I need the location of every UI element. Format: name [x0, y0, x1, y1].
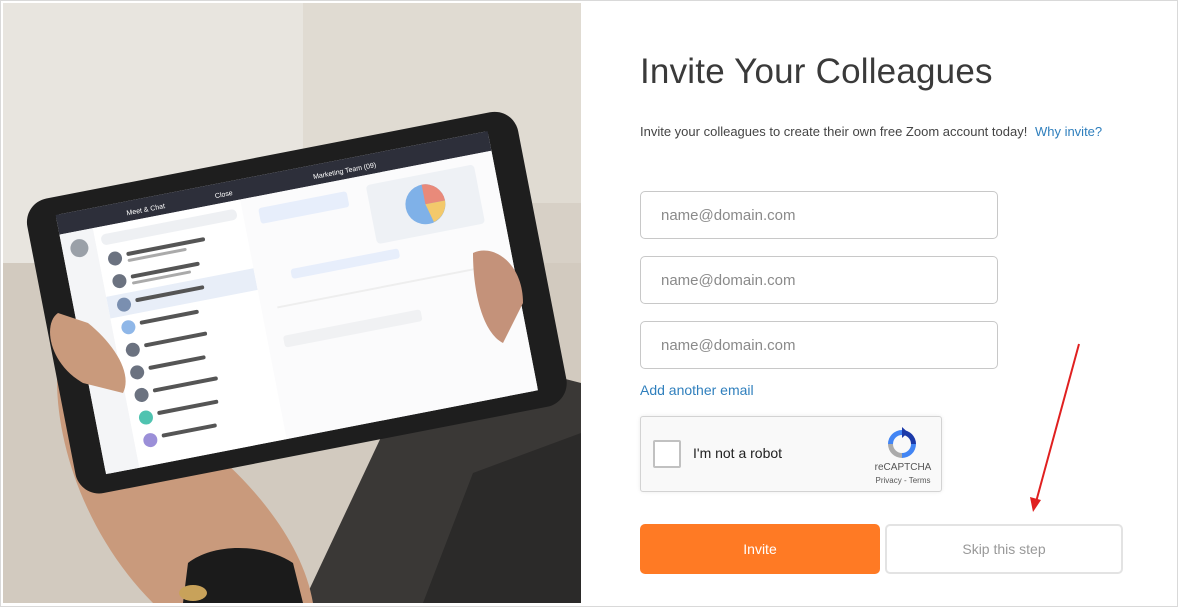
email-field-2[interactable]: [640, 256, 998, 304]
recaptcha-widget: I'm not a robot reCAPTCHA Privacy - Term…: [640, 416, 942, 492]
add-another-email-link[interactable]: Add another email: [640, 382, 754, 398]
recaptcha-checkbox[interactable]: [653, 440, 681, 468]
subtitle-text: Invite your colleagues to create their o…: [640, 124, 1028, 139]
page-title: Invite Your Colleagues: [640, 52, 993, 91]
email-field-1[interactable]: [640, 191, 998, 239]
page-subtitle: Invite your colleagues to create their o…: [640, 124, 1102, 139]
hero-photo: Meet & Chat Close Marketing Team (09): [3, 3, 581, 603]
recaptcha-logo-icon: [888, 427, 916, 458]
why-invite-link[interactable]: Why invite?: [1035, 124, 1102, 139]
skip-step-button[interactable]: Skip this step: [885, 524, 1123, 574]
recaptcha-terms-link[interactable]: Privacy - Terms: [869, 476, 937, 485]
recaptcha-brand: reCAPTCHA: [874, 462, 932, 473]
tablet-illustration: Meet & Chat Close Marketing Team (09): [3, 3, 581, 603]
invite-button[interactable]: Invite: [640, 524, 880, 574]
recaptcha-label: I'm not a robot: [693, 445, 783, 461]
email-field-3[interactable]: [640, 321, 998, 369]
